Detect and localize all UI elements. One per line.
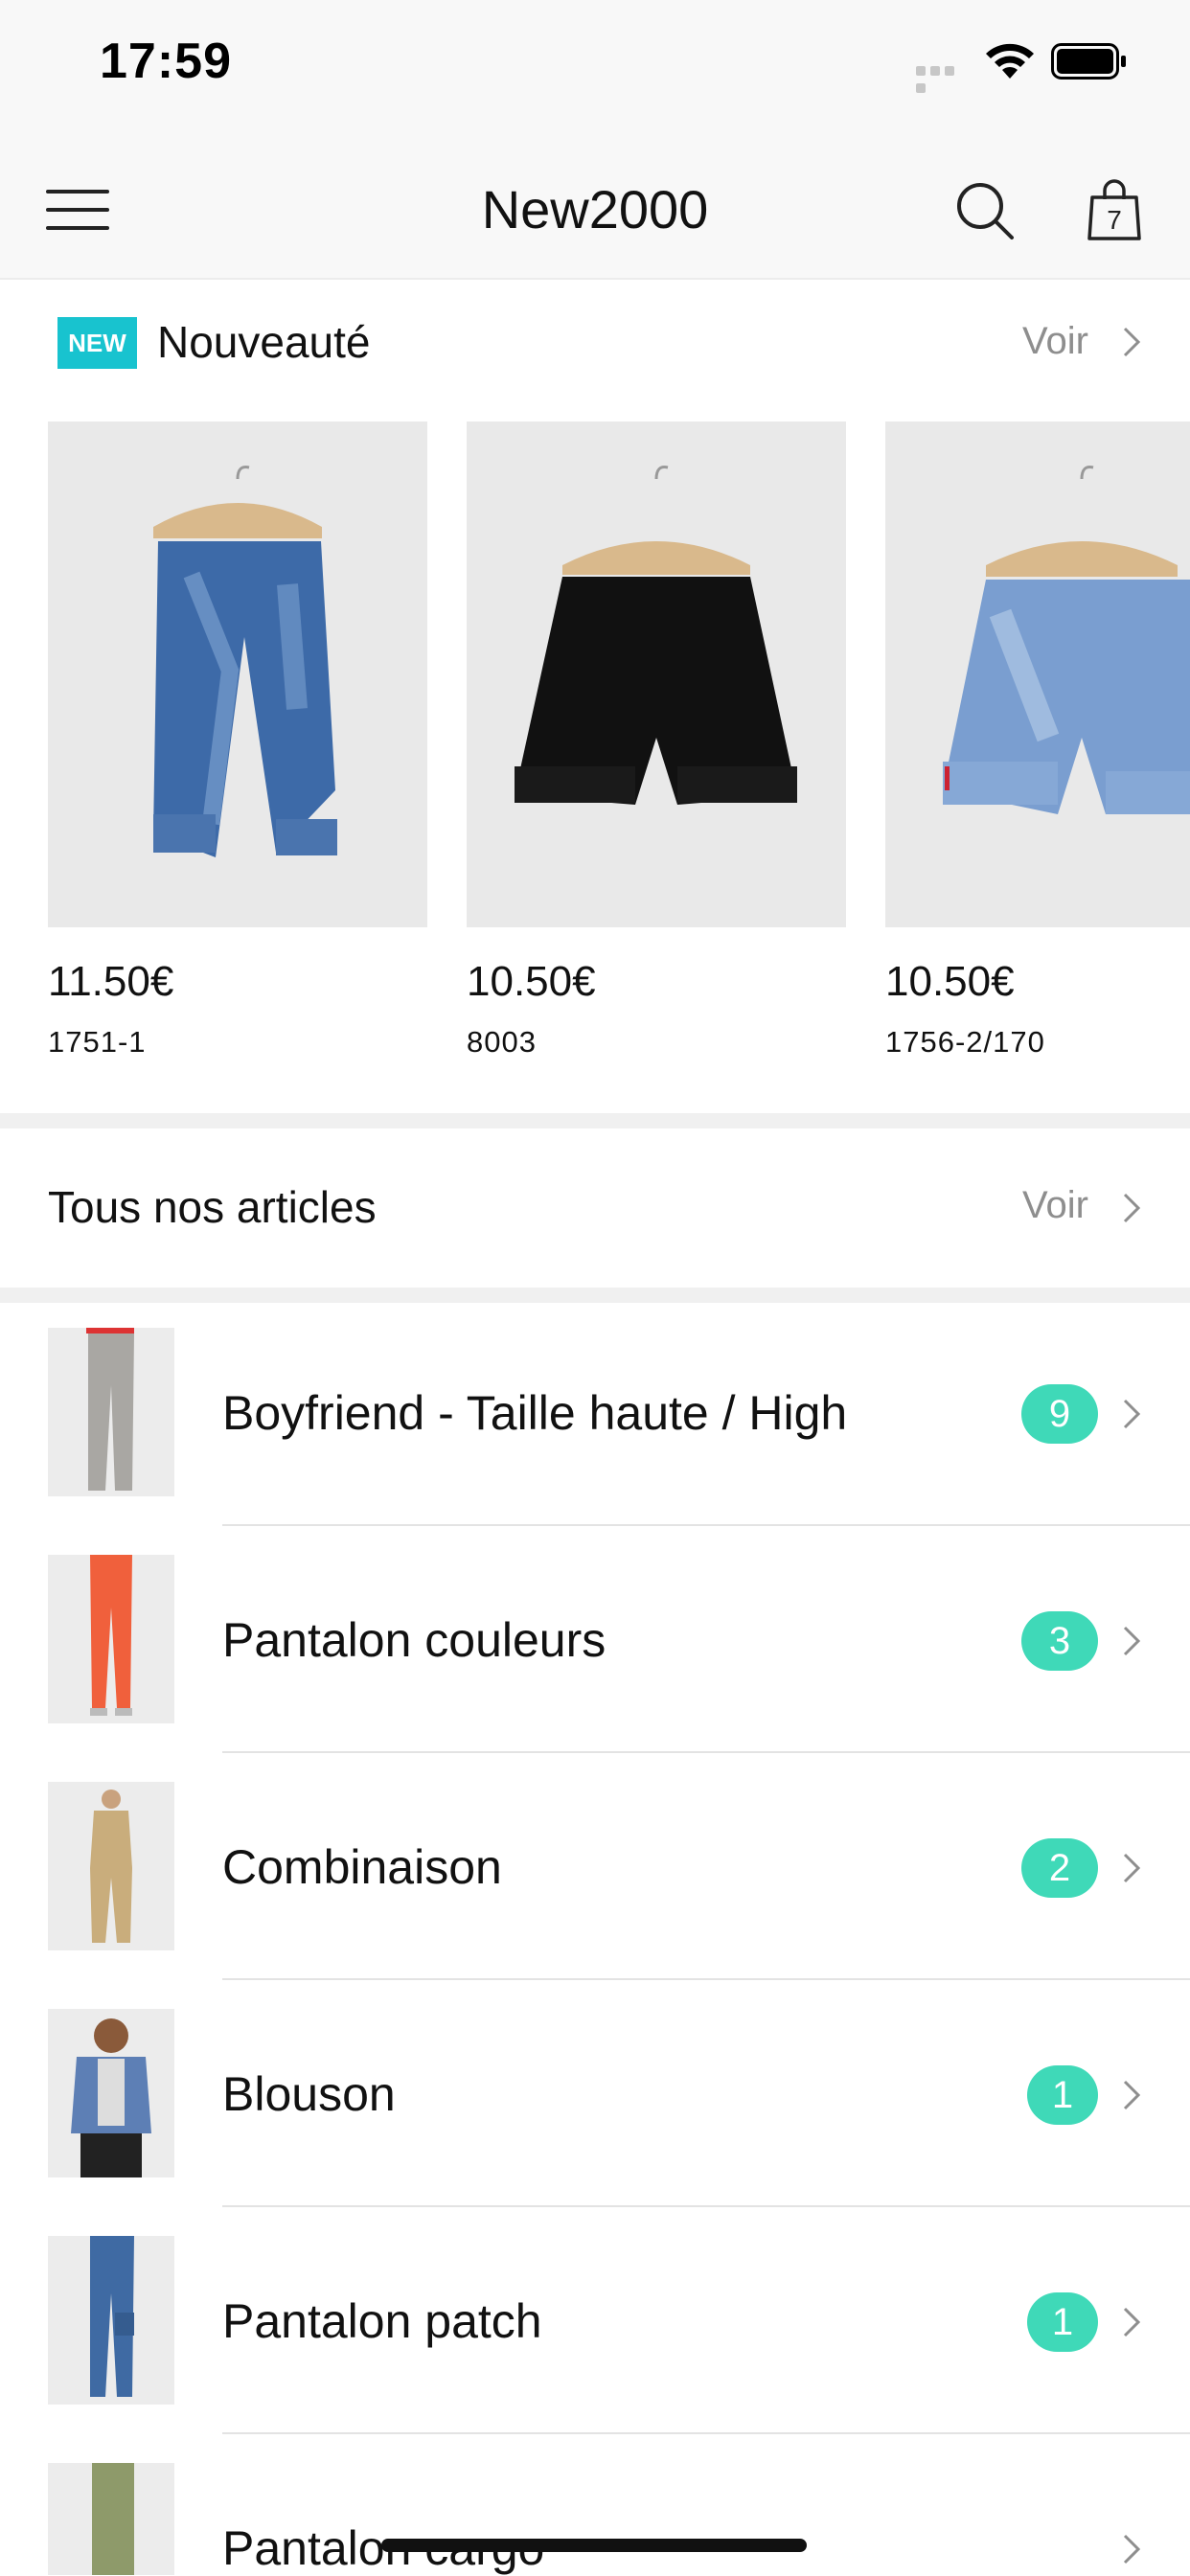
chevron-right-icon[interactable] [1121, 2532, 1142, 2566]
product-price: 11.50€ [48, 958, 174, 1005]
chevron-right-icon[interactable] [1121, 1624, 1142, 1658]
product-image[interactable] [885, 422, 1190, 927]
chevron-right-icon[interactable] [1121, 1851, 1142, 1885]
category-thumbnail [48, 1782, 174, 1950]
shopping-bag-icon[interactable]: 7 [1087, 178, 1142, 241]
category-thumbnail [48, 2009, 174, 2177]
category-count-badge: 1 [1027, 2065, 1098, 2125]
category-label[interactable]: Pantalon patch [222, 2293, 542, 2349]
product-ref: 8003 [467, 1025, 537, 1059]
chevron-right-icon[interactable] [1121, 2305, 1142, 2339]
row-divider [222, 1751, 1190, 1753]
product-price: 10.50€ [467, 958, 596, 1005]
category-thumbnail [48, 1328, 174, 1496]
row-divider [222, 1978, 1190, 1980]
category-count-badge: 9 [1021, 1384, 1098, 1444]
see-all-new-link[interactable]: Voir [1022, 320, 1088, 363]
category-label[interactable]: Combinaison [222, 1839, 502, 1895]
chevron-right-icon[interactable] [1121, 1397, 1142, 1431]
home-indicator[interactable] [381, 2539, 807, 2552]
jeans-shorts-image [48, 422, 427, 927]
category-label[interactable]: Pantalon couleurs [222, 1612, 606, 1668]
row-divider [222, 2432, 1190, 2434]
category-count-badge: 3 [1021, 1611, 1098, 1671]
category-thumbnail [48, 2236, 174, 2405]
category-label[interactable]: Blouson [222, 2066, 396, 2122]
category-thumbnail [48, 2463, 174, 2575]
search-icon[interactable] [954, 180, 1016, 241]
battery-icon [1051, 43, 1126, 80]
status-time: 17:59 [100, 34, 232, 89]
section-separator [0, 1113, 1190, 1128]
black-shorts-image [467, 422, 846, 927]
denim-shorts-image [885, 422, 1190, 927]
cart-count: 7 [1107, 205, 1122, 235]
category-count-badge: 1 [1027, 2292, 1098, 2352]
category-count-badge: 2 [1021, 1838, 1098, 1898]
product-ref: 1751-1 [48, 1025, 147, 1059]
product-image[interactable] [48, 422, 427, 927]
wifi-icon [986, 43, 1034, 79]
section-title-new: Nouveauté [157, 317, 371, 367]
chevron-right-icon[interactable] [1121, 1191, 1142, 1225]
new-badge: NEW [57, 317, 137, 369]
see-all-articles-link[interactable]: Voir [1022, 1184, 1088, 1227]
signal-icon [916, 63, 972, 93]
product-ref: 1756-2/170 [885, 1025, 1045, 1059]
chevron-right-icon[interactable] [1121, 2078, 1142, 2112]
row-divider [222, 2205, 1190, 2207]
row-divider [222, 1524, 1190, 1526]
product-image[interactable] [467, 422, 846, 927]
category-thumbnail [48, 1555, 174, 1723]
product-price: 10.50€ [885, 958, 1015, 1005]
category-label[interactable]: Boyfriend - Taille haute / High [222, 1385, 847, 1441]
section-separator [0, 1288, 1190, 1303]
section-title-all: Tous nos articles [48, 1182, 377, 1232]
chevron-right-icon[interactable] [1121, 325, 1142, 359]
